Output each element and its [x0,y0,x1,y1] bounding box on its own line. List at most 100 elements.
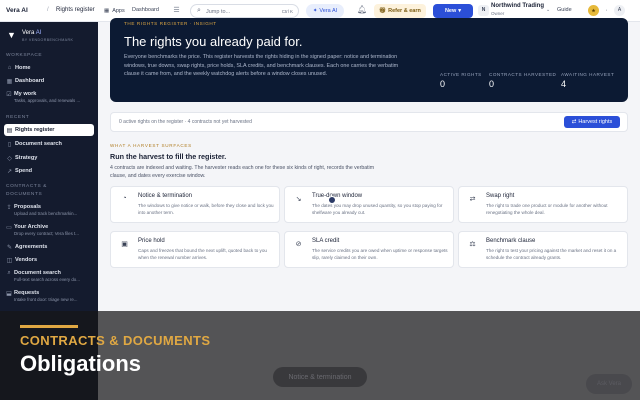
brand-name: Vera [22,30,35,36]
sidebar-item-rights-register[interactable]: ▤ Rights register [4,124,94,136]
more-icon[interactable]: ☰ [172,6,181,15]
card-title: True-down window [312,193,363,199]
caption-kicker: CONTRACTS & DOCUMENTS [20,333,211,348]
sidebar-item-label: Strategy [15,155,38,161]
spend-icon: ↗ [6,168,13,175]
search-placeholder: Jump to... [206,8,231,15]
org-role: Owner [491,11,505,16]
sidebar-item-document-search-2[interactable]: ⌕ Document search Full-text search acros… [4,268,94,286]
grid-icon: ▦ [104,8,110,14]
sidebar-item-agreements[interactable]: ✎ Agreements [4,241,94,253]
card-description: Caps and freezes that bound the next upl… [138,248,267,260]
sidebar-brand: Vera AI [22,30,41,36]
refer-label: Refer & earn [388,8,421,14]
sidebar-item-label: Your Archive [14,224,49,230]
insight-hero: THE RIGHTS REGISTER · INSIGHT The rights… [110,18,628,102]
right-card-benchmark-clause[interactable]: ⚖ Benchmark clause The right to test you… [458,231,628,268]
vera-ai-button[interactable]: ✦ Vera AI [306,4,344,18]
sidebar-item-label: Vendors [15,257,38,263]
card-title: SLA credit [312,238,340,244]
strategy-icon: ◇ [7,155,12,162]
gift-icon: 🎁︎ [379,8,387,14]
sidebar-item-label: My work [14,91,37,97]
pointer-cursor-icon [328,196,336,204]
org-avatar[interactable]: N [478,5,489,16]
right-card-swap[interactable]: ⇄ Swap right The right to trade one prod… [458,186,628,223]
card-description: The service credits you are owed when up… [312,248,448,260]
sidebar-item-label: Requests [14,290,40,296]
sidebar-item-label: Agreements [15,244,48,250]
sidebar-item-dashboard[interactable]: ▦ Dashboard [4,75,94,87]
home-icon: ⌂ [7,65,12,71]
sidebar-item-subtitle: Intake front door: triage new re... [14,297,78,302]
sidebar-item-subtitle: Upload and track benchmarkin... [14,211,78,216]
sidebar-item-requests[interactable]: ⬓ Requests Intake front door: triage new… [4,288,94,306]
sidebar-item-my-work[interactable]: ☑ My work Tasks, approvals, and renewals… [4,89,94,107]
caption-title: Obligations [20,351,141,376]
card-title: Swap right [486,193,515,199]
org-name[interactable]: Northwind Trading [491,3,544,9]
card-title: Price hold [138,238,165,244]
caption-accent-rule [20,325,78,328]
card-description: The windows to give notice or walk, befo… [138,203,274,215]
right-card-notice-termination[interactable]: ◔ Notice & termination The windows to gi… [110,186,280,223]
dashboard-icon: ▦ [6,78,13,85]
register-status-text: 0 active rights on the register · 4 cont… [119,119,252,125]
app-name[interactable]: Vera AI [6,7,28,14]
dot-menu-icon[interactable]: · [602,6,611,15]
page-title: The rights you already paid for. [124,34,303,49]
archive-icon: ▭ [6,225,12,231]
notifications-bell-icon[interactable]: 🔔︎ [357,5,367,14]
sidebar-item-label: Document search [14,270,61,276]
sidebar-item-subtitle: Tasks, approvals, and renewals ... [14,98,81,103]
sidebar-item-spend[interactable]: ↗ Spend [4,165,94,177]
sidebar-item-document-search[interactable]: ▯ Document search [4,138,94,150]
breadcrumb-current: Rights register [56,7,95,13]
breadcrumb-separator: / [47,7,49,13]
bell-icon: ◔ [122,195,127,202]
sidebar-item-proposals[interactable]: ⇪ Proposals Upload and track benchmarkin… [4,202,94,220]
harvest-rights-button[interactable]: ⇄ Harvest rights [564,116,620,128]
right-card-price-hold[interactable]: ▣ Price hold Caps and freezes that bound… [110,231,280,268]
sidebar-item-label: Document search [15,141,62,147]
search-shortcut: Ctrl K [281,8,293,14]
refer-earn-button[interactable]: 🎁︎ Refer & earn [374,4,426,18]
inbox-icon: ⬓ [6,291,12,297]
right-card-true-down[interactable]: ↘ True-down window The dates you may dro… [284,186,454,223]
search-icon: ⌕ [7,270,11,276]
rewards-coin-icon[interactable]: ★ [588,5,599,16]
chevron-down-icon: ▾ [458,8,462,14]
card-description: The right to trade one product or module… [486,203,608,215]
search-input[interactable]: ⌕ Jump to... Ctrl K [190,4,299,18]
register-icon: ▤ [6,127,13,134]
dashboard-link[interactable]: Dashboard [132,7,159,13]
swap-icon: ⇄ [469,196,476,203]
hero-tag: THE RIGHTS REGISTER · INSIGHT [124,21,217,26]
new-button[interactable]: New ▾ [433,4,473,18]
search-icon: ⌕ [197,7,201,14]
guide-link[interactable]: Guide [557,7,572,13]
right-card-sla-credit[interactable]: ⊘ SLA credit The service credits you are… [284,231,454,268]
apps-button[interactable]: ▦ Apps [100,5,129,17]
ask-vera-button[interactable]: Ask Vera [586,374,632,394]
surfaces-tag: WHAT A HARVEST SURFACES [110,143,192,148]
sidebar-item-your-archive[interactable]: ▭ Your Archive Drop every contract; Vera… [4,222,94,240]
card-title: Notice & termination [138,193,193,199]
stat-contracts-harvested: CONTRACTS HARVESTED 0 [489,72,556,89]
agreement-icon: ✎ [6,244,13,251]
surfaces-title: Run the harvest to fill the register. [110,152,227,161]
lock-icon: ▣ [121,241,128,248]
vera-ai-label: Vera AI [319,8,338,14]
sidebar-item-subtitle: Drop every contract; Vera files t... [14,231,79,236]
stat-value: 0 [440,79,446,89]
sidebar-item-strategy[interactable]: ◇ Strategy [4,152,94,164]
user-avatar[interactable]: A [614,5,625,16]
overlay-ghost-button[interactable]: Notice & termination [273,367,367,387]
vera-logo-icon[interactable]: ▼ [6,30,17,41]
section-workspace: WORKSPACE [6,53,43,58]
sidebar-item-home[interactable]: ⌂ Home [4,62,94,74]
sidebar-item-vendors[interactable]: ◫ Vendors [4,254,94,266]
sidebar-item-label: Spend [15,168,33,174]
stat-value: 4 [561,79,567,89]
section-documents: DOCUMENTS [6,192,43,197]
